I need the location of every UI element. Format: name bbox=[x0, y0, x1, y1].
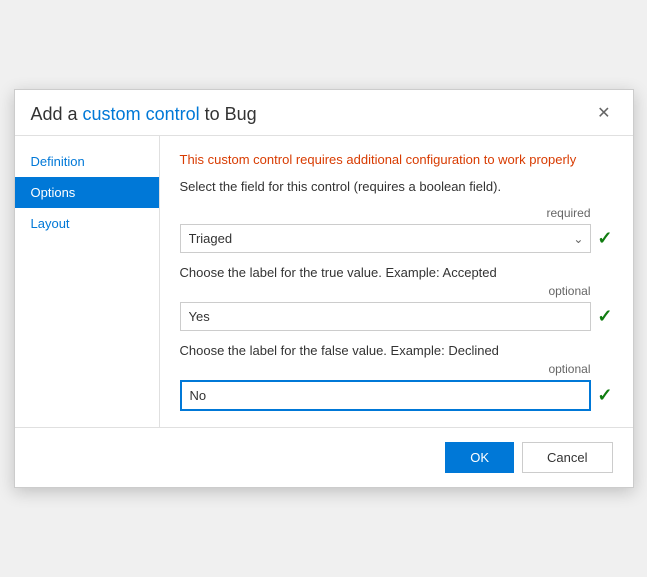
triaged-select-wrapper: Triaged ⌄ bbox=[180, 224, 592, 253]
field3-meta: optional bbox=[180, 362, 591, 376]
sidebar-item-layout[interactable]: Layout bbox=[15, 208, 159, 239]
field1-meta: required bbox=[180, 206, 591, 220]
field2-check-icon: ✓ bbox=[597, 306, 612, 327]
title-highlight: custom control bbox=[83, 104, 200, 124]
field1-group: required Triaged ⌄ ✓ bbox=[180, 206, 613, 253]
info-text: This custom control requires additional … bbox=[180, 152, 613, 167]
dialog-title: Add a custom control to Bug bbox=[31, 104, 257, 125]
ok-button[interactable]: OK bbox=[445, 442, 514, 473]
dialog-header: Add a custom control to Bug ✕ bbox=[15, 90, 633, 135]
dialog: Add a custom control to Bug ✕ Definition… bbox=[14, 89, 634, 488]
field2-row: ✓ bbox=[180, 302, 613, 331]
sidebar-item-definition[interactable]: Definition bbox=[15, 146, 159, 177]
close-button[interactable]: ✕ bbox=[591, 104, 616, 124]
info-orange: This custom control requires additional … bbox=[180, 152, 577, 167]
field1-check-icon: ✓ bbox=[597, 228, 612, 249]
field2-meta: optional bbox=[180, 284, 591, 298]
dialog-body: Definition Options Layout This custom co… bbox=[15, 135, 633, 427]
triaged-select[interactable]: Triaged bbox=[180, 224, 592, 253]
main-content: This custom control requires additional … bbox=[160, 136, 633, 427]
cancel-button[interactable]: Cancel bbox=[522, 442, 612, 473]
field3-label: Choose the label for the false value. Ex… bbox=[180, 343, 613, 358]
true-value-input[interactable] bbox=[180, 302, 592, 331]
sidebar-item-options[interactable]: Options bbox=[15, 177, 159, 208]
field1-row: Triaged ⌄ ✓ bbox=[180, 224, 613, 253]
field3-group: Choose the label for the false value. Ex… bbox=[180, 343, 613, 411]
dialog-footer: OK Cancel bbox=[15, 427, 633, 487]
field2-group: Choose the label for the true value. Exa… bbox=[180, 265, 613, 331]
sidebar: Definition Options Layout bbox=[15, 136, 160, 427]
field2-label: Choose the label for the true value. Exa… bbox=[180, 265, 613, 280]
field3-row: ✓ bbox=[180, 380, 613, 411]
false-value-input[interactable] bbox=[180, 380, 592, 411]
field3-check-icon: ✓ bbox=[597, 385, 612, 406]
select-field-label: Select the field for this control (requi… bbox=[180, 179, 613, 194]
